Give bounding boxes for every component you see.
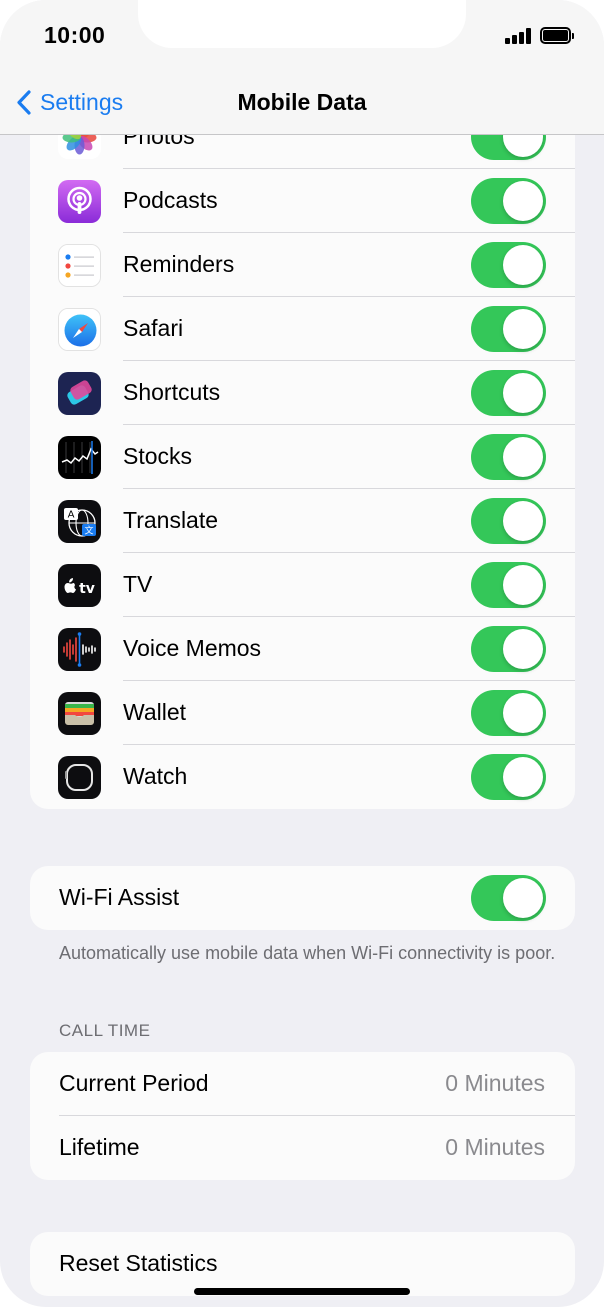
safari-icon — [58, 308, 101, 351]
status-time: 10:00 — [44, 22, 106, 48]
wifi-assist-label: Wi-Fi Assist — [59, 884, 180, 910]
app-label: Watch — [123, 763, 188, 789]
reminders-icon — [58, 244, 101, 287]
watch-icon — [58, 756, 101, 799]
voice-memos-icon — [58, 628, 101, 671]
app-label: Shortcuts — [123, 379, 221, 405]
toggle-knob — [503, 878, 543, 918]
app-label: Voice Memos — [123, 635, 262, 661]
toggle-knob — [503, 565, 543, 605]
toggle-knob — [503, 757, 543, 797]
shortcuts-toggle[interactable] — [471, 370, 546, 416]
app-label: TV — [123, 571, 153, 597]
toggle-knob — [503, 181, 543, 221]
toggle-knob — [503, 501, 543, 541]
app-label: Photos — [123, 135, 195, 149]
svg-text:A: A — [68, 510, 75, 521]
navigation-bar: Settings Mobile Data — [0, 70, 604, 135]
wallet-icon — [58, 692, 101, 735]
toggle-knob — [503, 135, 543, 157]
lifetime-value: 0 Minutes — [445, 1134, 545, 1160]
app-label: Translate — [123, 507, 219, 533]
apps-list: Photos Podcasts Reminders Safari Shortcu… — [30, 135, 575, 809]
photos-toggle[interactable] — [471, 135, 546, 160]
call-time-group: Current Period 0 Minutes Lifetime 0 Minu… — [30, 1052, 575, 1180]
shortcuts-icon — [58, 372, 101, 415]
home-indicator[interactable] — [194, 1288, 410, 1295]
phone-screen: Photos Podcasts Reminders Safari Shortcu… — [0, 0, 604, 1307]
voice-memos-toggle[interactable] — [471, 626, 546, 672]
wifi-assist-toggle[interactable] — [471, 875, 546, 921]
photos-icon — [58, 135, 101, 159]
watch-toggle[interactable] — [471, 754, 546, 800]
list-item-reminders: Reminders — [30, 233, 575, 297]
svg-text:文: 文 — [84, 525, 93, 537]
wallet-toggle[interactable] — [471, 690, 546, 736]
list-item-shortcuts: Shortcuts — [30, 361, 575, 425]
safari-toggle[interactable] — [471, 306, 546, 352]
tv-icon: tv — [58, 564, 101, 607]
list-item-safari: Safari — [30, 297, 575, 361]
stocks-toggle[interactable] — [471, 434, 546, 480]
app-label: Reminders — [123, 251, 235, 277]
call-time-header: CALL TIME — [59, 1021, 151, 1040]
reminders-toggle[interactable] — [471, 242, 546, 288]
toggle-knob — [503, 693, 543, 733]
status-bar: 10:00 — [0, 0, 604, 70]
current-period-label: Current Period — [59, 1070, 209, 1096]
toggle-knob — [503, 629, 543, 669]
list-item-stocks: Stocks — [30, 425, 575, 489]
svg-text:tv: tv — [79, 581, 95, 597]
list-item-photos: Photos — [30, 135, 575, 169]
app-label: Safari — [123, 315, 184, 341]
battery-icon — [540, 27, 574, 44]
list-item-translate: A 文 Translate — [30, 489, 575, 553]
toggle-knob — [503, 309, 543, 349]
reset-statistics-button[interactable]: Reset Statistics — [59, 1250, 218, 1277]
reset-statistics-row[interactable]: Reset Statistics — [30, 1232, 575, 1296]
current-period-row: Current Period 0 Minutes — [30, 1052, 575, 1116]
page-title: Mobile Data — [237, 89, 367, 115]
list-item-wallet: Wallet — [30, 681, 575, 745]
stocks-icon — [58, 436, 101, 479]
lifetime-row: Lifetime 0 Minutes — [30, 1116, 575, 1180]
translate-toggle[interactable] — [471, 498, 546, 544]
cellular-signal-icon — [505, 28, 533, 44]
list-item-watch: Watch — [30, 745, 575, 809]
list-item-tv: tv TV — [30, 553, 575, 617]
notch — [138, 0, 466, 48]
scroll-content[interactable]: Photos Podcasts Reminders Safari Shortcu… — [0, 135, 604, 1307]
list-item-podcasts: Podcasts — [30, 169, 575, 233]
app-label: Podcasts — [123, 187, 218, 213]
podcasts-icon — [58, 180, 101, 223]
reset-group: Reset Statistics — [30, 1232, 575, 1296]
translate-icon: A 文 — [58, 500, 101, 543]
app-label: Wallet — [123, 699, 187, 725]
toggle-knob — [503, 373, 543, 413]
app-label: Stocks — [123, 443, 193, 469]
wifi-assist-group: Wi-Fi Assist — [30, 866, 575, 930]
list-item-voice-memos: Voice Memos — [30, 617, 575, 681]
tv-toggle[interactable] — [471, 562, 546, 608]
wifi-assist-footnote: Automatically use mobile data when Wi-Fi… — [59, 943, 556, 963]
current-period-value: 0 Minutes — [445, 1070, 545, 1096]
toggle-knob — [503, 437, 543, 477]
lifetime-label: Lifetime — [59, 1134, 140, 1160]
toggle-knob — [503, 245, 543, 285]
podcasts-toggle[interactable] — [471, 178, 546, 224]
wifi-assist-row: Wi-Fi Assist — [30, 866, 575, 930]
